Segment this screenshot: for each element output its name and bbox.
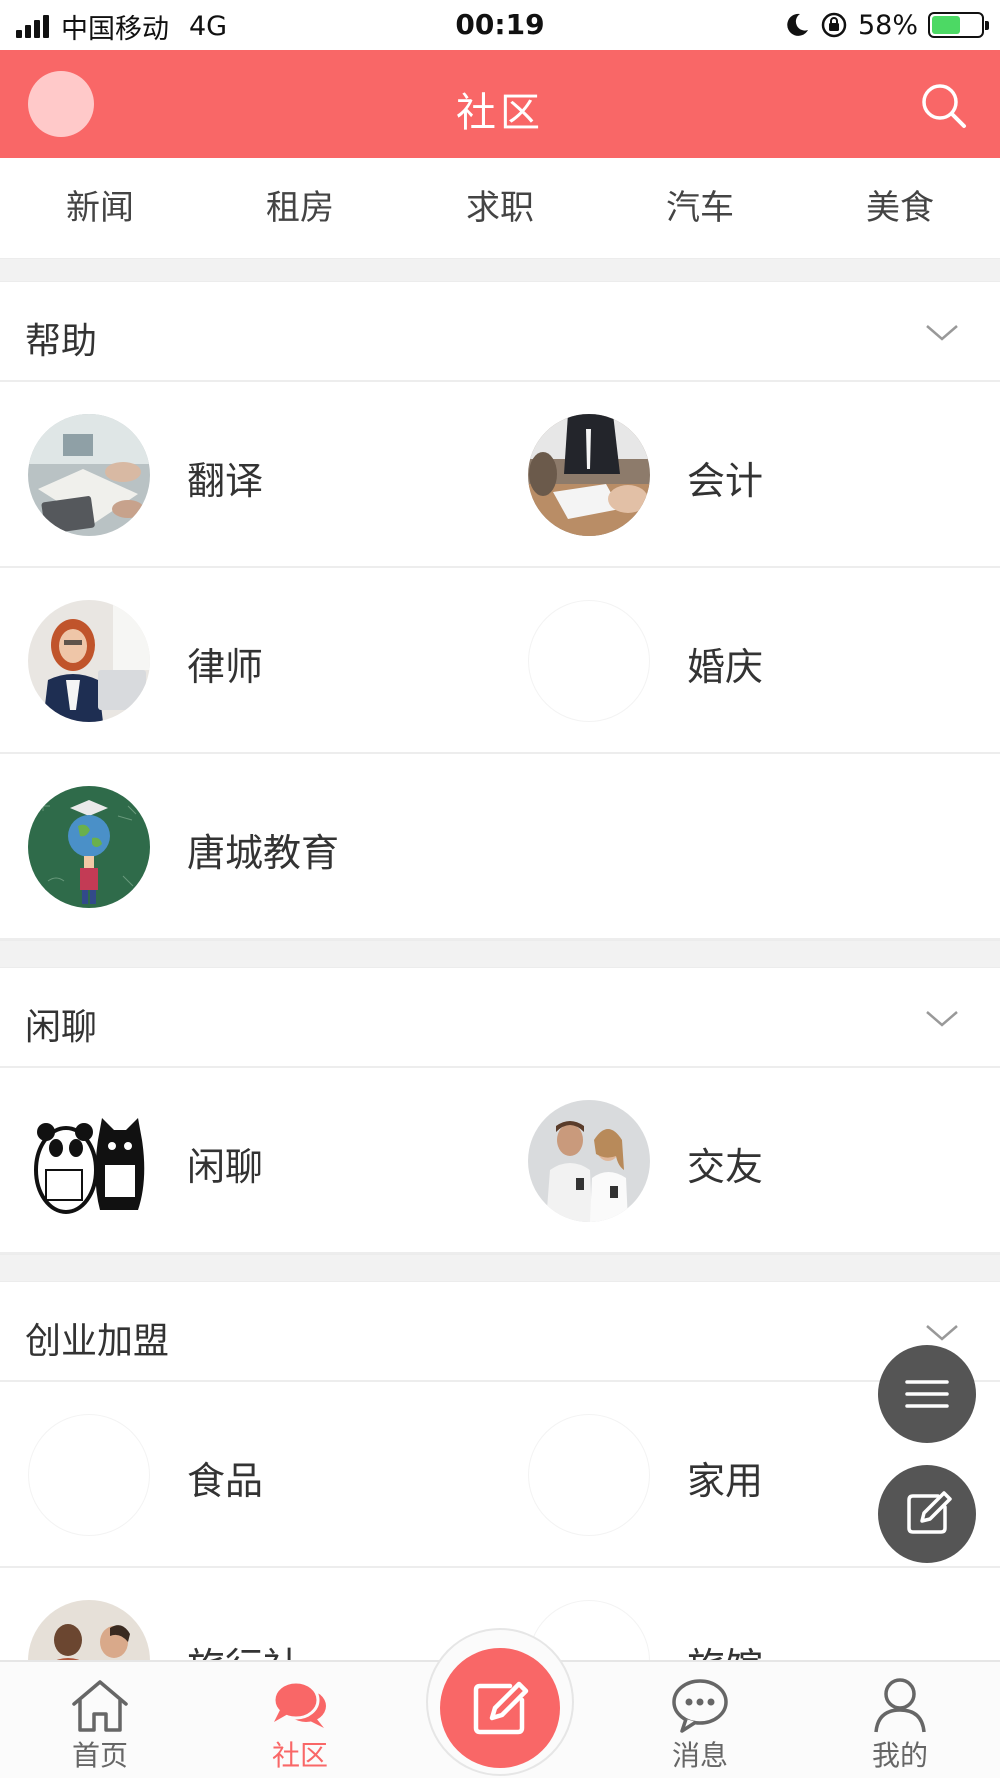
item-label: 交友 xyxy=(687,1145,764,1189)
section-header-help[interactable]: 帮助 xyxy=(0,282,1000,382)
tab-rent[interactable]: 租房 xyxy=(200,158,400,258)
dating-thumbnail xyxy=(528,1100,650,1222)
message-icon xyxy=(672,1679,728,1733)
grid-row: 闲聊 交友 xyxy=(0,1068,1000,1254)
list-item-wedding[interactable]: 婚庆 xyxy=(500,568,1000,754)
item-label: 家用 xyxy=(687,1459,764,1503)
item-label: 律师 xyxy=(187,645,264,689)
home-icon xyxy=(72,1680,128,1732)
translation-thumbnail xyxy=(28,414,150,536)
education-thumbnail xyxy=(28,786,150,908)
edit-icon xyxy=(907,1491,952,1534)
lawyer-thumbnail xyxy=(28,600,150,722)
section-title: 创业加盟 xyxy=(25,1321,170,1362)
item-label: 唐城教育 xyxy=(187,831,340,875)
section-header-chat[interactable]: 闲聊 xyxy=(0,968,1000,1068)
food-thumbnail xyxy=(28,1414,150,1536)
tab-cars[interactable]: 汽车 xyxy=(600,158,800,258)
nav-home[interactable]: 首页 xyxy=(0,1662,200,1778)
status-bar: 中国移动 4G 00:19 58% xyxy=(0,0,1000,50)
section-header-franchise[interactable]: 创业加盟 xyxy=(0,1282,1000,1382)
list-item-food[interactable]: 食品 xyxy=(0,1382,500,1568)
compose-button[interactable] xyxy=(440,1648,560,1768)
menu-button[interactable] xyxy=(878,1345,976,1443)
rotation-lock-icon xyxy=(821,12,847,38)
chat-bubbles-icon xyxy=(272,1680,326,1728)
grid-row: 食品 家用 xyxy=(0,1382,1000,1568)
battery-fill xyxy=(932,16,960,34)
grid-row: 唐城教育 xyxy=(0,754,1000,940)
nav-label: 我的 xyxy=(871,1739,928,1772)
accounting-thumbnail xyxy=(528,414,650,536)
battery-percent: 58% xyxy=(857,9,918,41)
item-label: 闲聊 xyxy=(187,1145,264,1189)
household-thumbnail xyxy=(528,1414,650,1536)
section-title: 帮助 xyxy=(25,321,98,362)
compose-icon xyxy=(473,1681,529,1735)
search-icon[interactable] xyxy=(918,80,970,132)
list-item-dating[interactable]: 交友 xyxy=(500,1068,1000,1254)
chevron-down-icon[interactable] xyxy=(924,1320,960,1344)
battery-icon xyxy=(928,12,989,38)
item-label: 食品 xyxy=(187,1459,264,1503)
user-icon xyxy=(874,1678,926,1733)
list-item-chat[interactable]: 闲聊 xyxy=(0,1068,500,1254)
section-title: 闲聊 xyxy=(25,1007,98,1048)
wedding-thumbnail xyxy=(528,600,650,722)
item-label: 婚庆 xyxy=(687,645,764,689)
tab-jobs[interactable]: 求职 xyxy=(400,158,600,258)
category-tabs: 新闻 租房 求职 汽车 美食 xyxy=(0,158,1000,258)
status-right: 58% xyxy=(784,8,989,42)
list-item-tangcheng-education[interactable]: 唐城教育 xyxy=(0,754,1000,940)
item-label: 翻译 xyxy=(187,459,264,503)
app-header: 社区 xyxy=(0,50,1000,158)
item-label: 会计 xyxy=(687,459,764,503)
nav-label: 首页 xyxy=(71,1739,128,1772)
page-title: 社区 xyxy=(456,90,544,136)
chevron-down-icon[interactable] xyxy=(924,1006,960,1030)
list-item-lawyer[interactable]: 律师 xyxy=(0,568,500,754)
nav-label: 社区 xyxy=(271,1739,328,1772)
panda-cat-cartoon-icon xyxy=(28,1100,150,1222)
tab-news[interactable]: 新闻 xyxy=(0,158,200,258)
edit-button[interactable] xyxy=(878,1465,976,1563)
nav-community[interactable]: 社区 xyxy=(200,1662,400,1778)
grid-row: 翻译 会计 xyxy=(0,382,1000,568)
divider xyxy=(0,1254,1000,1282)
divider xyxy=(0,258,1000,282)
nav-profile[interactable]: 我的 xyxy=(800,1662,1000,1778)
nav-label: 消息 xyxy=(671,1739,728,1772)
nav-messages[interactable]: 消息 xyxy=(600,1662,800,1778)
grid-row: 律师 婚庆 xyxy=(0,568,1000,754)
tab-food[interactable]: 美食 xyxy=(800,158,1000,258)
list-item-accounting[interactable]: 会计 xyxy=(500,382,1000,568)
divider xyxy=(0,940,1000,968)
list-item-translation[interactable]: 翻译 xyxy=(0,382,500,568)
moon-icon xyxy=(787,13,808,36)
menu-icon xyxy=(905,1380,949,1408)
chevron-down-icon[interactable] xyxy=(924,320,960,344)
